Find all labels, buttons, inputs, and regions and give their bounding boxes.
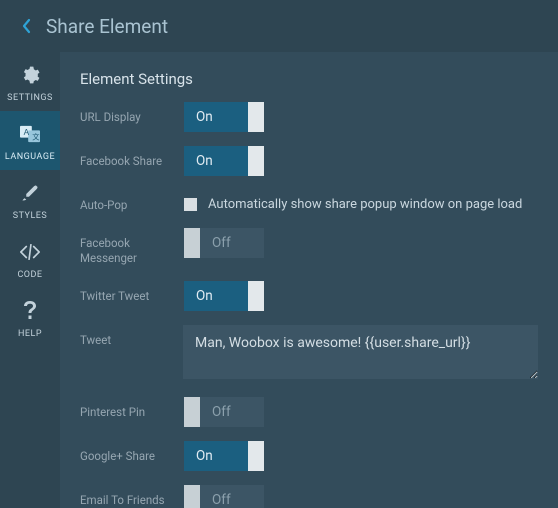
toggle-knob (184, 485, 200, 508)
twitter-tweet-toggle[interactable]: On (184, 281, 264, 311)
panel-title: Element Settings (80, 70, 538, 88)
toggle-label: On (184, 153, 248, 169)
sidebar-item-label: STYLES (13, 211, 48, 221)
setting-label: Pinterest Pin (80, 397, 184, 421)
sidebar-item-styles[interactable]: STYLES (0, 170, 60, 229)
language-icon: A文 (19, 123, 41, 145)
toggle-label: Off (200, 235, 264, 251)
setting-label: Facebook Share (80, 146, 184, 170)
toggle-label: Off (200, 492, 264, 508)
back-button[interactable] (14, 14, 38, 38)
setting-label: Facebook Messenger (80, 228, 184, 267)
url-display-toggle[interactable]: On (184, 102, 264, 132)
settings-panel: Element Settings URL Display On Facebook… (60, 52, 558, 508)
facebook-share-toggle[interactable]: On (184, 146, 264, 176)
setting-label: Google+ Share (80, 441, 184, 465)
toggle-label: On (184, 109, 248, 125)
sidebar-item-settings[interactable]: SETTINGS (0, 52, 60, 111)
toggle-label: On (184, 448, 248, 464)
gear-icon (19, 64, 41, 86)
svg-text:文: 文 (32, 132, 40, 141)
sidebar-item-label: LANGUAGE (5, 152, 55, 162)
toggle-knob (248, 281, 264, 311)
toggle-knob (184, 397, 200, 427)
sidebar-item-label: CODE (17, 270, 42, 280)
setting-label: Email To Friends (80, 485, 184, 508)
sidebar-item-label: HELP (18, 329, 42, 339)
page-title: Share Element (46, 15, 168, 38)
auto-pop-checkbox[interactable] (184, 198, 197, 211)
google-plus-share-toggle[interactable]: On (184, 441, 264, 471)
sidebar-item-code[interactable]: CODE (0, 229, 60, 288)
code-icon (19, 241, 41, 263)
facebook-messenger-toggle[interactable]: Off (184, 228, 264, 258)
toggle-label: Off (200, 404, 264, 420)
sidebar-item-label: SETTINGS (7, 93, 53, 103)
toggle-knob (248, 441, 264, 471)
checkbox-label: Automatically show share popup window on… (208, 197, 522, 212)
pinterest-pin-toggle[interactable]: Off (184, 397, 264, 427)
setting-label: Tweet (80, 325, 183, 349)
chevron-left-icon (21, 18, 31, 34)
svg-text:A: A (24, 128, 30, 137)
toggle-label: On (184, 288, 248, 304)
sidebar-item-language[interactable]: A文 LANGUAGE (0, 111, 60, 170)
setting-label: Twitter Tweet (80, 281, 184, 305)
email-to-friends-toggle[interactable]: Off (184, 485, 264, 508)
toggle-knob (248, 102, 264, 132)
setting-label: Auto-Pop (80, 190, 184, 214)
toggle-knob (184, 228, 200, 258)
sidebar-item-help[interactable]: HELP (0, 288, 60, 347)
toggle-knob (248, 146, 264, 176)
setting-label: URL Display (80, 102, 184, 126)
brush-icon (19, 182, 41, 204)
tweet-textarea[interactable] (183, 325, 538, 379)
sidebar: SETTINGS A文 LANGUAGE STYLES CODE HELP (0, 52, 60, 508)
help-icon (19, 300, 41, 322)
header: Share Element (0, 0, 558, 52)
